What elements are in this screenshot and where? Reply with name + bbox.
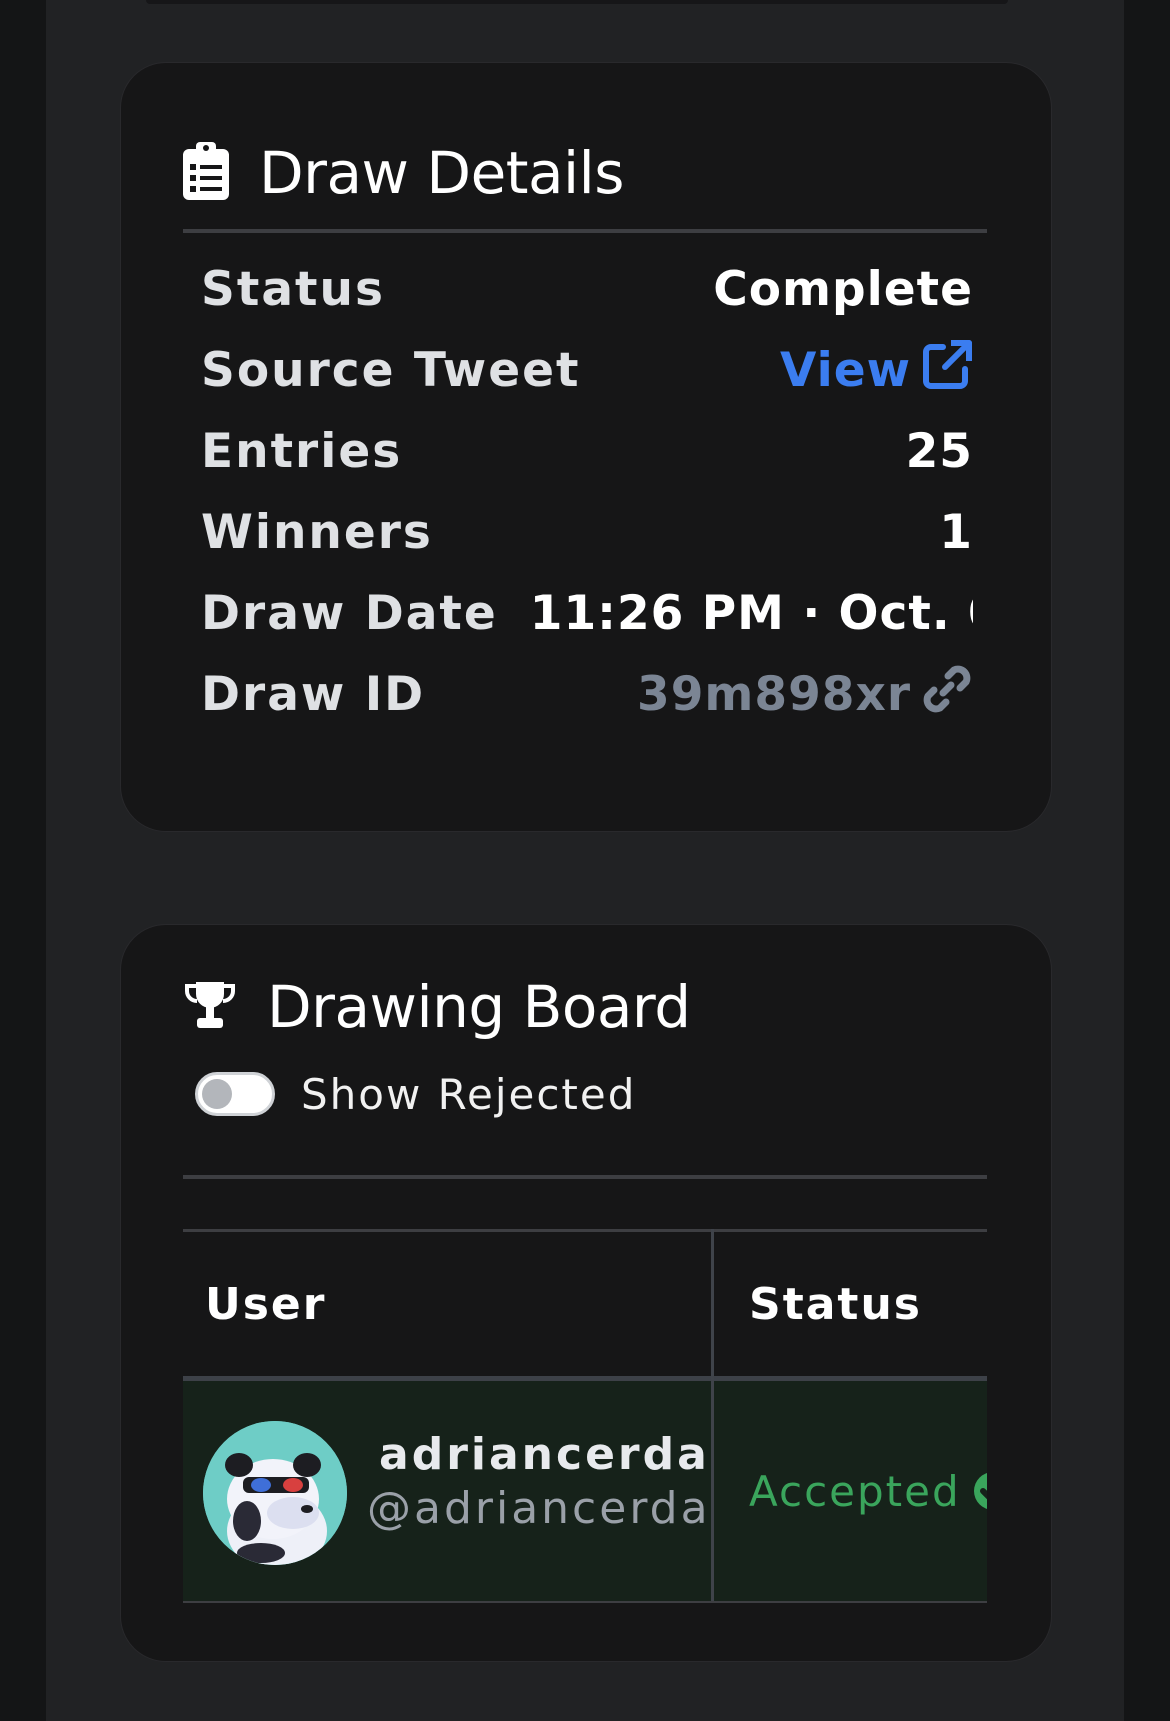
table-bottom-border (183, 1601, 987, 1603)
table-row[interactable]: adriancerda @adriancerda Accepted (183, 1381, 987, 1601)
detail-value: Complete (713, 262, 973, 317)
column-divider (711, 1229, 714, 1603)
divider (183, 229, 987, 233)
column-header-status[interactable]: Status (749, 1232, 922, 1376)
detail-label: Source Tweet (201, 343, 581, 398)
detail-label: Status (201, 262, 385, 317)
detail-row-winners: Winners 1 (201, 492, 973, 573)
previous-card-edge (146, 0, 1008, 4)
toggle-knob[interactable] (202, 1079, 232, 1109)
source-tweet-link[interactable]: View (780, 339, 973, 403)
draw-details-header: Draw Details (183, 137, 625, 209)
entry-status: Accepted (749, 1381, 987, 1601)
link-icon[interactable] (921, 663, 973, 727)
detail-value: 25 (905, 424, 973, 479)
detail-row-draw-date: Draw Date 11:26 PM · Oct. 04, 2 (201, 573, 973, 654)
table-header: User Status (183, 1232, 987, 1376)
draw-details-card: Draw Details Status Complete Source Twee… (120, 62, 1052, 832)
detail-row-status: Status Complete (201, 249, 973, 330)
draw-details-list: Status Complete Source Tweet View Entrie… (201, 249, 973, 735)
show-rejected-toggle[interactable] (195, 1072, 275, 1116)
detail-label: Entries (201, 424, 403, 479)
detail-row-draw-id: Draw ID 39m898xr (201, 654, 973, 735)
entry-handle[interactable]: @adriancerda (367, 1483, 711, 1534)
trophy-icon (183, 980, 237, 1034)
show-rejected-label[interactable]: Show Rejected (301, 1070, 636, 1119)
drawing-board-header: Drawing Board (183, 972, 691, 1042)
entries-table: User Status adriancerda @adriancerda Acc… (183, 1229, 987, 1603)
avatar[interactable] (203, 1421, 347, 1565)
draw-details-title: Draw Details (259, 139, 625, 207)
external-link-icon[interactable] (921, 339, 973, 403)
detail-label: Draw Date (201, 586, 498, 641)
source-tweet-link-text[interactable]: View (780, 343, 911, 398)
column-header-user[interactable]: User (205, 1232, 326, 1376)
drawing-board-title: Drawing Board (267, 973, 691, 1041)
show-rejected-toggle-row: Show Rejected (195, 1067, 636, 1121)
draw-id-text[interactable]: 39m898xr (637, 667, 911, 722)
drawing-board-card: Drawing Board Show Rejected User Status (120, 924, 1052, 1662)
detail-row-source-tweet: Source Tweet View (201, 330, 973, 411)
detail-value: 11:26 PM · Oct. 04, 2 (529, 586, 973, 641)
check-circle-icon (973, 1471, 987, 1511)
detail-row-entries: Entries 25 (201, 411, 973, 492)
detail-label: Draw ID (201, 667, 426, 722)
draw-id-link[interactable]: 39m898xr (637, 663, 973, 727)
divider (183, 1175, 987, 1179)
detail-label: Winners (201, 505, 433, 560)
entry-status-text: Accepted (749, 1466, 961, 1516)
entry-username[interactable]: adriancerda (379, 1429, 710, 1480)
clipboard-list-icon (183, 142, 229, 204)
detail-value: 1 (939, 505, 973, 560)
